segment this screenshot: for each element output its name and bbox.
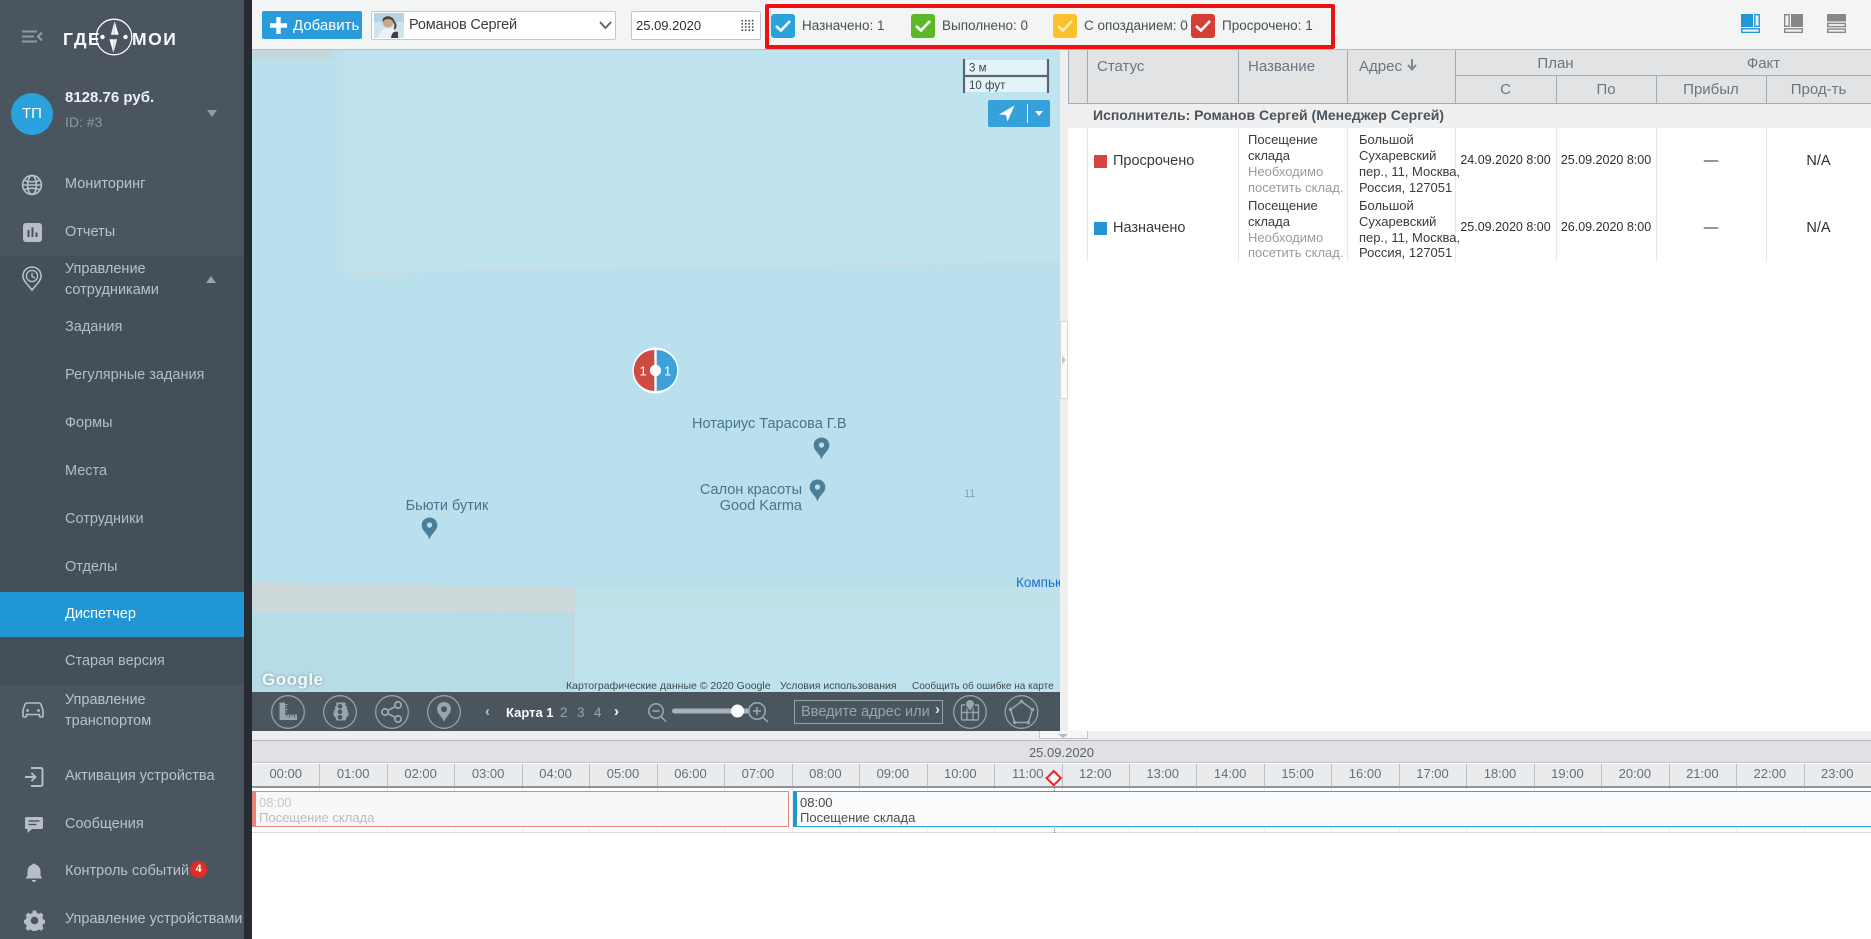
svg-text:1: 1 <box>664 364 671 379</box>
svg-text:1: 1 <box>640 364 647 379</box>
svg-text:3 м: 3 м <box>969 63 987 75</box>
svg-text:10 фут: 10 фут <box>969 80 1006 92</box>
